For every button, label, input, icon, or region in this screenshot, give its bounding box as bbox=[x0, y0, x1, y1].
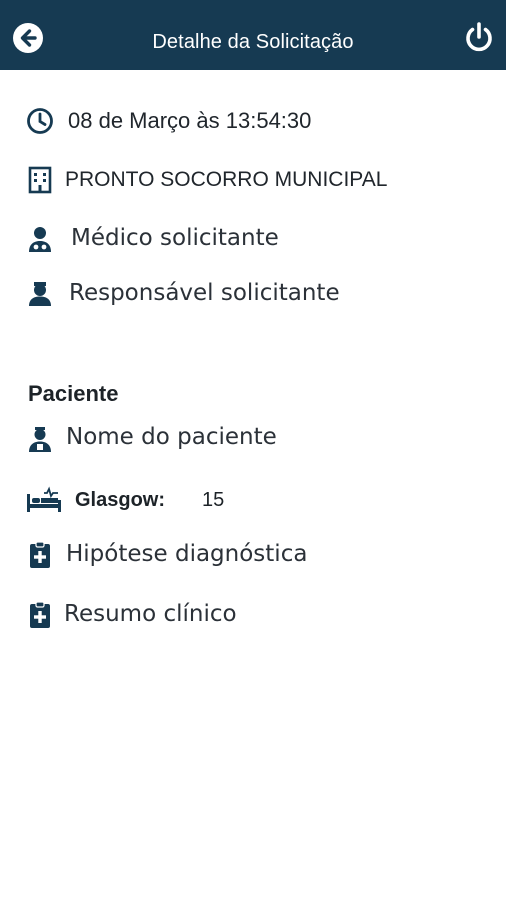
request-datetime: 08 de Março às 13:54:30 bbox=[68, 108, 312, 133]
app-header: Detalhe da Solicitação bbox=[0, 0, 506, 70]
glasgow-value: 15 bbox=[202, 489, 225, 511]
clinical-summary: Resumo clínico bbox=[64, 601, 237, 627]
page-title: Detalhe da Solicitação bbox=[152, 31, 354, 53]
user-nurse-icon bbox=[29, 282, 51, 306]
patient-section-title: Paciente bbox=[28, 381, 119, 406]
diagnostic-hypothesis-row: Hipótese diagnóstica bbox=[0, 538, 506, 574]
patient-icon bbox=[29, 427, 51, 452]
requesting-doctor-row: Médico solicitante bbox=[0, 222, 506, 258]
requesting-responsible: Responsável solicitante bbox=[69, 280, 340, 306]
clinical-summary-row: Resumo clínico bbox=[0, 598, 506, 634]
unit-row: PRONTO SOCORRO MUNICIPAL bbox=[0, 164, 506, 198]
patient-name: Nome do paciente bbox=[66, 424, 277, 450]
patient-name-row: Nome do paciente bbox=[0, 421, 506, 457]
glasgow-label: Glasgow: bbox=[75, 489, 166, 511]
requesting-responsible-row: Responsável solicitante bbox=[0, 277, 506, 313]
clipboard-medical-icon bbox=[30, 601, 50, 628]
clipboard-medical-icon bbox=[30, 541, 50, 568]
doctor-icon bbox=[29, 227, 51, 252]
hospital-unit: PRONTO SOCORRO MUNICIPAL bbox=[65, 168, 388, 191]
clock-icon bbox=[27, 108, 53, 134]
diagnostic-hypothesis: Hipótese diagnóstica bbox=[66, 541, 308, 567]
hospital-bed-icon bbox=[27, 486, 61, 512]
requesting-doctor: Médico solicitante bbox=[71, 225, 279, 251]
datetime-row: 08 de Março às 13:54:30 bbox=[0, 104, 506, 138]
glasgow-row: Glasgow: 15 bbox=[0, 483, 506, 517]
hospital-building-icon bbox=[28, 166, 52, 194]
logout-button[interactable] bbox=[462, 20, 496, 54]
power-icon bbox=[466, 22, 492, 52]
